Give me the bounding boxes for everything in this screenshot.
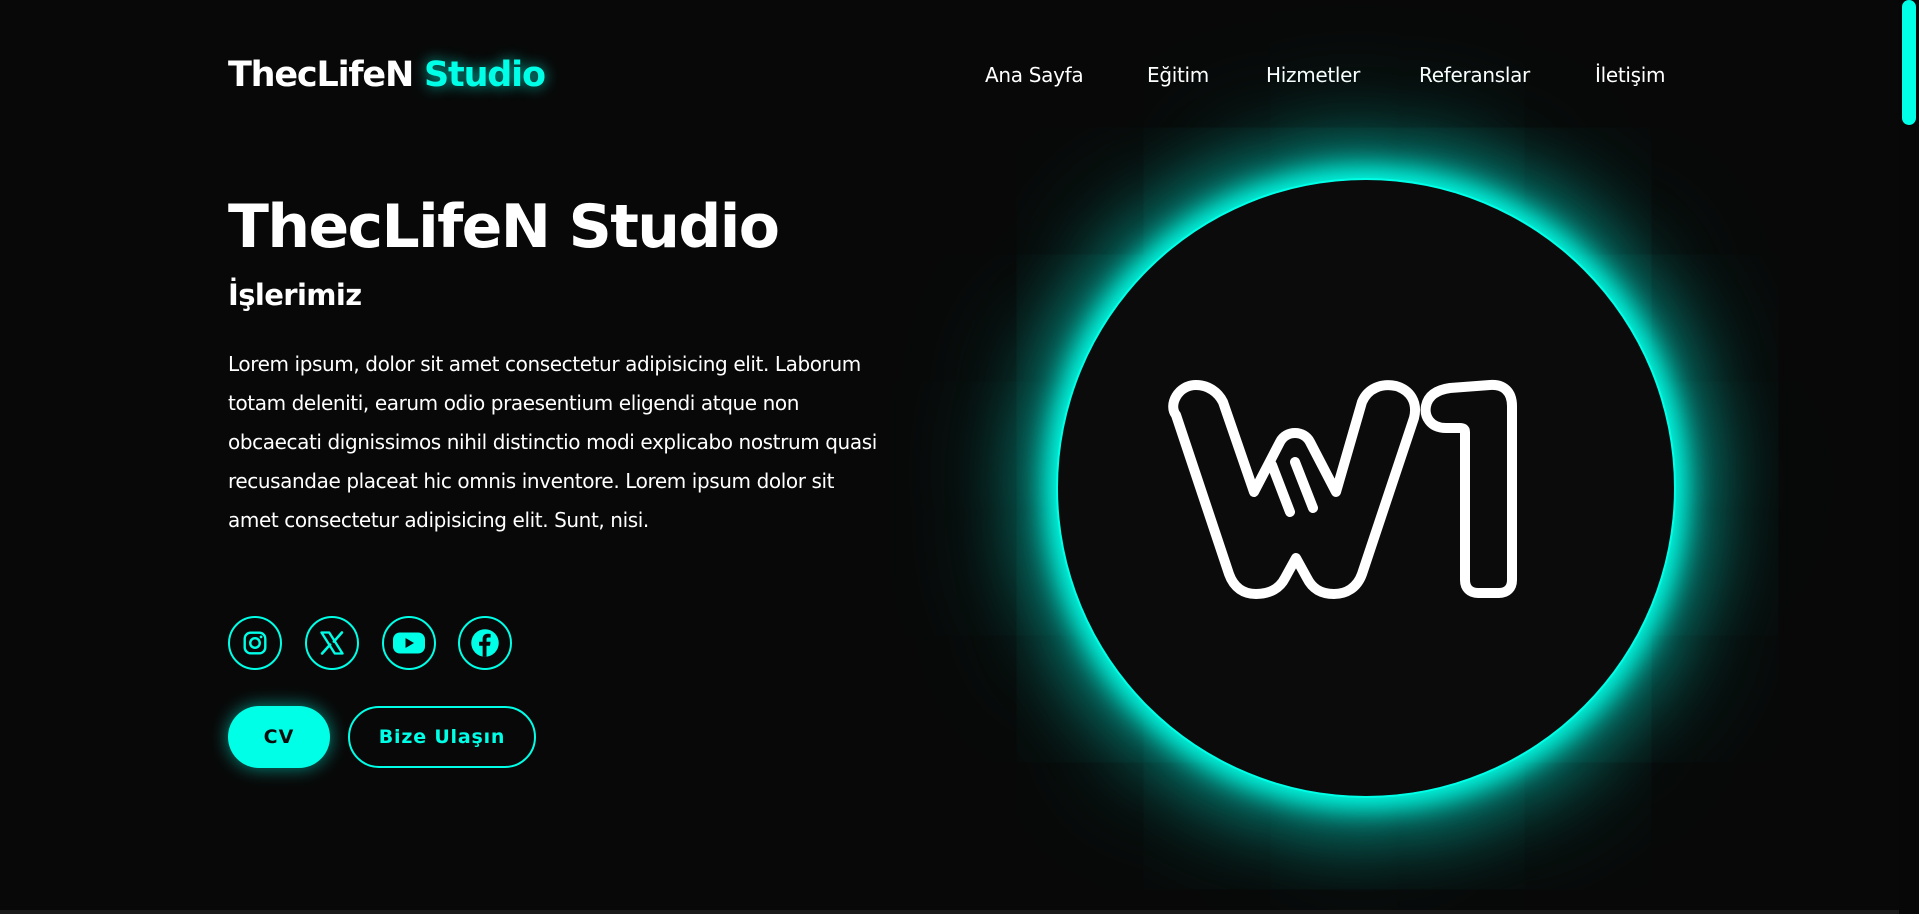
cv-button[interactable]: CV — [228, 706, 330, 768]
logo-accent-text: Studio — [424, 55, 546, 95]
nav-link-education[interactable]: Eğitim — [1147, 58, 1209, 92]
hero-subtitle: İşlerimiz — [228, 278, 362, 312]
hero-description: Lorem ipsum, dolor sit amet consectetur … — [228, 352, 877, 532]
logo-main-text: ThecLifeN — [228, 55, 414, 95]
facebook-icon — [471, 629, 499, 657]
x-twitter-icon — [320, 631, 344, 655]
nav-link-references[interactable]: Referanslar — [1419, 58, 1530, 92]
site-logo[interactable]: ThecLifeN Studio — [228, 50, 546, 100]
page-bottom-divider — [0, 910, 1899, 914]
w1-logo-icon — [1168, 379, 1517, 599]
scrollbar[interactable] — [1899, 0, 1919, 914]
instagram-icon — [243, 631, 267, 655]
contact-us-button[interactable]: Bize Ulaşın — [348, 706, 536, 768]
hero-emblem — [1058, 180, 1674, 796]
facebook-link[interactable] — [458, 616, 512, 670]
scrollbar-thumb[interactable] — [1902, 0, 1916, 125]
nav-link-home[interactable]: Ana Sayfa — [985, 58, 1084, 92]
youtube-icon — [393, 632, 425, 654]
x-twitter-link[interactable] — [305, 616, 359, 670]
nav-link-services[interactable]: Hizmetler — [1266, 58, 1360, 92]
instagram-link[interactable] — [228, 616, 282, 670]
page: ThecLifeN Studio Ana Sayfa Eğitim Hizmet… — [0, 0, 1919, 914]
nav-link-contact[interactable]: İletişim — [1595, 58, 1666, 92]
site-header: ThecLifeN Studio Ana Sayfa Eğitim Hizmet… — [0, 0, 1919, 150]
hero-title: ThecLifeN Studio — [228, 192, 780, 262]
youtube-link[interactable] — [382, 616, 436, 670]
